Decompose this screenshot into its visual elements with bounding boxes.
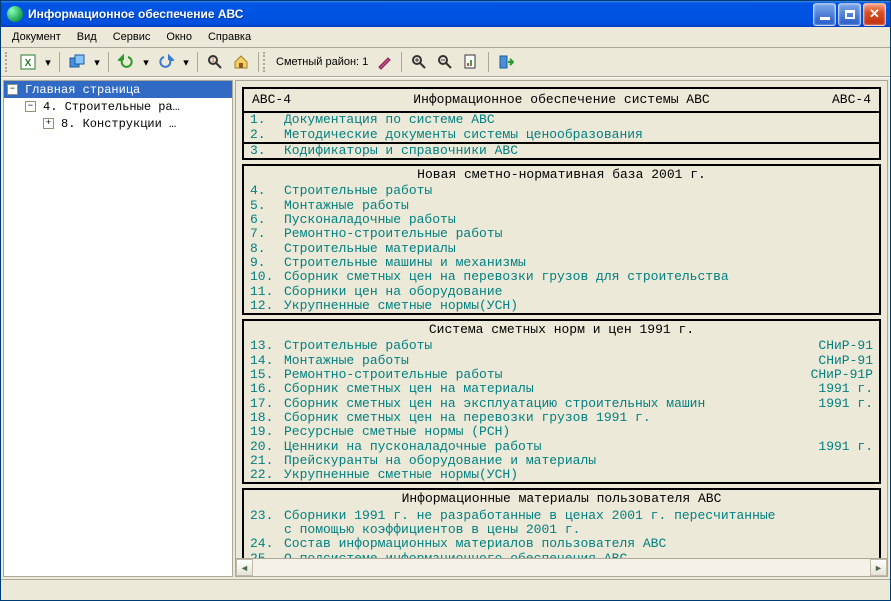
doc-link[interactable]: 24. Состав информационных материалов пол…	[244, 537, 879, 551]
report-icon[interactable]	[459, 50, 483, 74]
header-box: АВС-4 Информационное обеспечение системы…	[242, 87, 881, 160]
content-wrap: АВС-4 Информационное обеспечение системы…	[235, 80, 888, 577]
home-icon[interactable]	[229, 50, 253, 74]
section-title: Новая сметно-нормативная база 2001 г.	[244, 166, 879, 184]
doc-link[interactable]: 21. Прейскуранты на оборудование и матер…	[244, 454, 879, 468]
minimize-button[interactable]	[813, 3, 836, 26]
app-icon	[7, 6, 23, 22]
expand-icon[interactable]: +	[43, 118, 54, 129]
doc-link[interactable]: 14. Монтажные работыСНиР-91	[244, 354, 879, 368]
menu-window[interactable]: Окно	[159, 29, 199, 45]
doc-link[interactable]: 19. Ресурсные сметные нормы (РСН)	[244, 425, 879, 439]
doc-link[interactable]: 8. Строительные материалы	[244, 242, 879, 256]
region-label: Сметный район: 1	[273, 56, 371, 68]
collapse-icon[interactable]: −	[7, 84, 18, 95]
tree-item[interactable]: − 4. Строительные ра…	[4, 98, 232, 115]
doc-link[interactable]: 9. Строительные машины и механизмы	[244, 256, 879, 270]
redo-icon[interactable]	[154, 50, 178, 74]
doc-link[interactable]: 17. Сборник сметных цен на эксплуатацию …	[244, 397, 879, 411]
doc-link[interactable]: 6. Пусконаладочные работы	[244, 213, 879, 227]
section-title: Система сметных норм и цен 1991 г.	[244, 321, 879, 339]
close-button[interactable]: ✕	[863, 3, 886, 26]
undo-icon[interactable]	[114, 50, 138, 74]
doc-link[interactable]: 5. Монтажные работы	[244, 199, 879, 213]
menu-document[interactable]: Документ	[5, 29, 68, 45]
section-info: Информационные материалы пользователя АВ…	[242, 488, 881, 559]
window-arrange-icon[interactable]	[65, 50, 89, 74]
dropdown-chevron[interactable]: ▾	[180, 50, 192, 74]
scroll-track[interactable]	[253, 559, 870, 576]
exit-door-icon[interactable]	[494, 50, 518, 74]
doc-link[interactable]: 4. Строительные работы	[244, 184, 879, 198]
tree-pane[interactable]: − Главная страница − 4. Строительные ра……	[3, 80, 233, 577]
doc-link[interactable]: 2.Методические документы системы ценообр…	[244, 128, 879, 142]
scroll-right-icon[interactable]: ►	[870, 559, 887, 576]
zoom-in-icon[interactable]	[407, 50, 431, 74]
zoom-actual-icon[interactable]: 1	[203, 50, 227, 74]
menu-service[interactable]: Сервис	[106, 29, 158, 45]
tree-item-label: 8. Конструкции …	[58, 117, 179, 131]
section-2001: Новая сметно-нормативная база 2001 г. 4.…	[242, 164, 881, 315]
doc-link[interactable]: 18. Сборник сметных цен на перевозки гру…	[244, 411, 879, 425]
header-title: Информационное обеспечение системы АВС	[291, 93, 832, 107]
excel-icon[interactable]: X	[16, 50, 40, 74]
toolbar: X ▾ ▾ ▾ ▾ 1 Сметный район: 1	[1, 48, 890, 77]
abc4-right: АВС-4	[832, 93, 871, 107]
menu-help[interactable]: Справка	[201, 29, 258, 45]
doc-link[interactable]: 15. Ремонтно-строительные работыСНиР-91Р	[244, 368, 879, 382]
section-1991: Система сметных норм и цен 1991 г. 13. С…	[242, 319, 881, 484]
doc-link[interactable]: 12. Укрупненные сметные нормы(УСН)	[244, 299, 879, 313]
tree-item[interactable]: + 8. Конструкции …	[4, 115, 232, 132]
doc-link[interactable]: 1.Документация по системе АВС	[244, 113, 879, 127]
tree-root[interactable]: − Главная страница	[4, 81, 232, 98]
doc-link[interactable]: 10. Сборник сметных цен на перевозки гру…	[244, 270, 879, 284]
horizontal-scrollbar[interactable]: ◄ ►	[235, 559, 888, 577]
titlebar: Информационное обеспечение АВС ✕	[1, 1, 890, 27]
menu-view[interactable]: Вид	[70, 29, 104, 45]
doc-link[interactable]: 20. Ценники на пусконаладочные работы199…	[244, 440, 879, 454]
toolbar-grip[interactable]	[5, 52, 11, 72]
menu-bar: Документ Вид Сервис Окно Справка	[1, 27, 890, 48]
tree-root-label: Главная страница	[22, 83, 143, 97]
window-title: Информационное обеспечение АВС	[28, 7, 813, 21]
toolbar-grip[interactable]	[263, 52, 269, 72]
status-bar	[1, 579, 890, 600]
doc-link[interactable]: 25. О подсистеме информационного обеспеч…	[244, 552, 879, 559]
doc-link[interactable]: 13. Строительные работыСНиР-91	[244, 339, 879, 353]
dropdown-chevron[interactable]: ▾	[140, 50, 152, 74]
doc-link[interactable]: 3.Кодификаторы и справочники АВС	[244, 144, 879, 158]
content-pane[interactable]: АВС-4 Информационное обеспечение системы…	[235, 80, 888, 559]
maximize-button[interactable]	[838, 3, 861, 26]
abc4-left: АВС-4	[252, 93, 291, 107]
doc-link[interactable]: 11. Сборники цен на оборудование	[244, 285, 879, 299]
brush-icon[interactable]	[372, 50, 396, 74]
app-window: Информационное обеспечение АВС ✕ Докумен…	[0, 0, 891, 601]
scroll-left-icon[interactable]: ◄	[236, 559, 253, 576]
dropdown-chevron[interactable]: ▾	[91, 50, 103, 74]
section-title: Информационные материалы пользователя АВ…	[244, 490, 879, 508]
tree-item-label: 4. Строительные ра…	[40, 100, 183, 114]
collapse-icon[interactable]: −	[25, 101, 36, 112]
svg-text:X: X	[25, 58, 32, 69]
client-area: − Главная страница − 4. Строительные ра……	[1, 77, 890, 579]
doc-link[interactable]: 16. Сборник сметных цен на материалы1991…	[244, 382, 879, 396]
zoom-out-icon[interactable]	[433, 50, 457, 74]
doc-link[interactable]: 23. Сборники 1991 г. не разработанные в …	[244, 509, 879, 523]
doc-link[interactable]: 7. Ремонтно-строительные работы	[244, 227, 879, 241]
dropdown-chevron[interactable]: ▾	[42, 50, 54, 74]
doc-link[interactable]: 22. Укрупненные сметные нормы(УСН)	[244, 468, 879, 482]
doc-link[interactable]: с помощью коэффициентов в цены 2001 г.	[244, 523, 879, 537]
